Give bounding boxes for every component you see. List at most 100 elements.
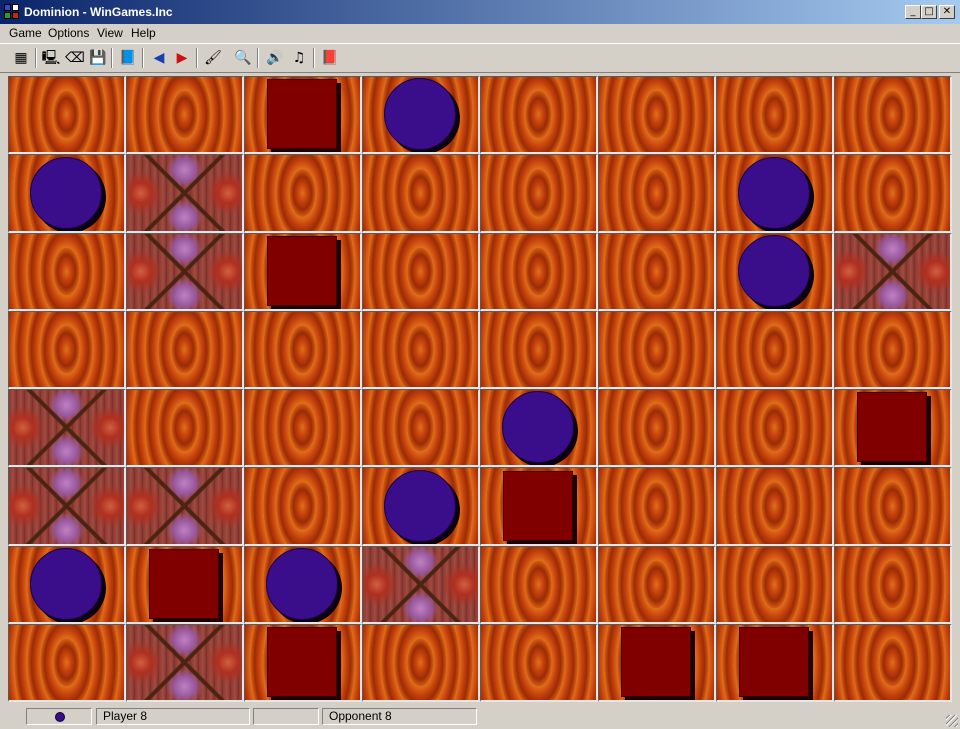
board-cell[interactable] xyxy=(716,76,834,154)
board-cell-special[interactable] xyxy=(126,233,244,311)
board-cell[interactable] xyxy=(716,624,834,702)
board-cell[interactable] xyxy=(126,546,244,624)
board-cell[interactable] xyxy=(126,311,244,389)
board-cell[interactable] xyxy=(716,467,834,546)
board-cell-special[interactable] xyxy=(126,154,244,233)
close-button[interactable]: ✕ xyxy=(939,5,955,19)
board-cell[interactable] xyxy=(480,467,598,546)
board-cell[interactable] xyxy=(8,76,126,154)
board-cell[interactable] xyxy=(716,311,834,389)
board-cell[interactable] xyxy=(362,233,480,311)
board-cell[interactable] xyxy=(126,76,244,154)
board-cell[interactable] xyxy=(8,311,126,389)
board-cell[interactable] xyxy=(716,233,834,311)
book-button[interactable]: 📘 xyxy=(117,47,139,69)
board-cell[interactable] xyxy=(716,154,834,233)
board-cell-special[interactable] xyxy=(8,389,126,467)
board-cell-special[interactable] xyxy=(362,546,480,624)
board-cell[interactable] xyxy=(8,624,126,702)
board-cell[interactable] xyxy=(834,624,952,702)
board-cell[interactable] xyxy=(362,467,480,546)
player-piece xyxy=(384,470,456,542)
board-cell[interactable] xyxy=(834,311,952,389)
board-cell[interactable] xyxy=(244,76,362,154)
board-cell[interactable] xyxy=(244,311,362,389)
board-cell[interactable] xyxy=(8,233,126,311)
board-cell[interactable] xyxy=(716,389,834,467)
board-cell[interactable] xyxy=(362,311,480,389)
board-cell[interactable] xyxy=(362,154,480,233)
brush-button[interactable]: 🖌 xyxy=(202,47,224,69)
board-cell[interactable] xyxy=(598,311,716,389)
menu-options[interactable]: Options xyxy=(48,26,89,40)
board-cell-special[interactable] xyxy=(834,233,952,311)
board-cell[interactable] xyxy=(244,467,362,546)
undo-button[interactable]: ◀ xyxy=(148,47,170,69)
player-piece xyxy=(30,157,102,229)
board-cell[interactable] xyxy=(480,389,598,467)
open-button[interactable]: ⌫ xyxy=(64,47,86,69)
opponent-piece xyxy=(267,627,337,697)
maximize-button[interactable]: □ xyxy=(921,5,937,19)
minimize-button[interactable]: _ xyxy=(905,5,921,19)
board-cell[interactable] xyxy=(126,389,244,467)
board-cell[interactable] xyxy=(362,389,480,467)
board-cell[interactable] xyxy=(598,154,716,233)
board-cell[interactable] xyxy=(244,233,362,311)
player-piece xyxy=(502,391,574,463)
save-button[interactable]: 💾 xyxy=(87,47,109,69)
board-cell[interactable] xyxy=(244,546,362,624)
book-icon: 📘 xyxy=(119,50,137,66)
new-game-button[interactable]: ▦ xyxy=(10,47,32,69)
board-cell[interactable] xyxy=(8,154,126,233)
board-cell[interactable] xyxy=(244,624,362,702)
music-button[interactable]: ♫ xyxy=(288,47,310,69)
sound-icon: 🔊 xyxy=(266,50,284,66)
help-book-icon: 📕 xyxy=(321,50,339,66)
sound-button[interactable]: 🔊 xyxy=(264,47,286,69)
board-cell[interactable] xyxy=(834,467,952,546)
opponent-piece xyxy=(149,549,219,619)
board-cell[interactable] xyxy=(598,76,716,154)
board-cell[interactable] xyxy=(480,546,598,624)
toolbar-separator xyxy=(142,48,144,68)
resize-grip[interactable] xyxy=(946,715,958,727)
board-cell-special[interactable] xyxy=(8,467,126,546)
board-cell[interactable] xyxy=(244,389,362,467)
computer-icon: 🖳 xyxy=(41,50,61,66)
board-cell[interactable] xyxy=(716,546,834,624)
board-cell[interactable] xyxy=(834,389,952,467)
board-cell[interactable] xyxy=(362,624,480,702)
computer-button[interactable]: 🖳 xyxy=(40,47,62,69)
opponent-piece xyxy=(503,471,573,541)
app-icon xyxy=(4,4,20,20)
redo-button[interactable]: ▶ xyxy=(171,47,193,69)
board-cell[interactable] xyxy=(8,546,126,624)
board-cell[interactable] xyxy=(598,624,716,702)
board-cell[interactable] xyxy=(244,154,362,233)
menu-view[interactable]: View xyxy=(97,26,123,40)
menu-help[interactable]: Help xyxy=(131,26,156,40)
board-cell[interactable] xyxy=(598,389,716,467)
music-icon: ♫ xyxy=(292,50,306,66)
board-cell-special[interactable] xyxy=(126,624,244,702)
board-cell[interactable] xyxy=(598,546,716,624)
board-cell[interactable] xyxy=(480,311,598,389)
board-cell[interactable] xyxy=(598,467,716,546)
menu-game[interactable]: Game xyxy=(9,26,42,40)
board-cell[interactable] xyxy=(834,154,952,233)
board-cell[interactable] xyxy=(834,76,952,154)
board-cell[interactable] xyxy=(480,154,598,233)
help-book-button[interactable]: 📕 xyxy=(319,47,341,69)
board-cell[interactable] xyxy=(480,233,598,311)
hint-button[interactable]: 🔍 xyxy=(232,47,254,69)
game-board xyxy=(8,76,952,702)
toolbar-separator xyxy=(111,48,113,68)
board-cell[interactable] xyxy=(480,624,598,702)
save-icon: 💾 xyxy=(89,50,107,66)
board-cell[interactable] xyxy=(362,76,480,154)
board-cell[interactable] xyxy=(598,233,716,311)
board-cell[interactable] xyxy=(480,76,598,154)
board-cell-special[interactable] xyxy=(126,467,244,546)
board-cell[interactable] xyxy=(834,546,952,624)
